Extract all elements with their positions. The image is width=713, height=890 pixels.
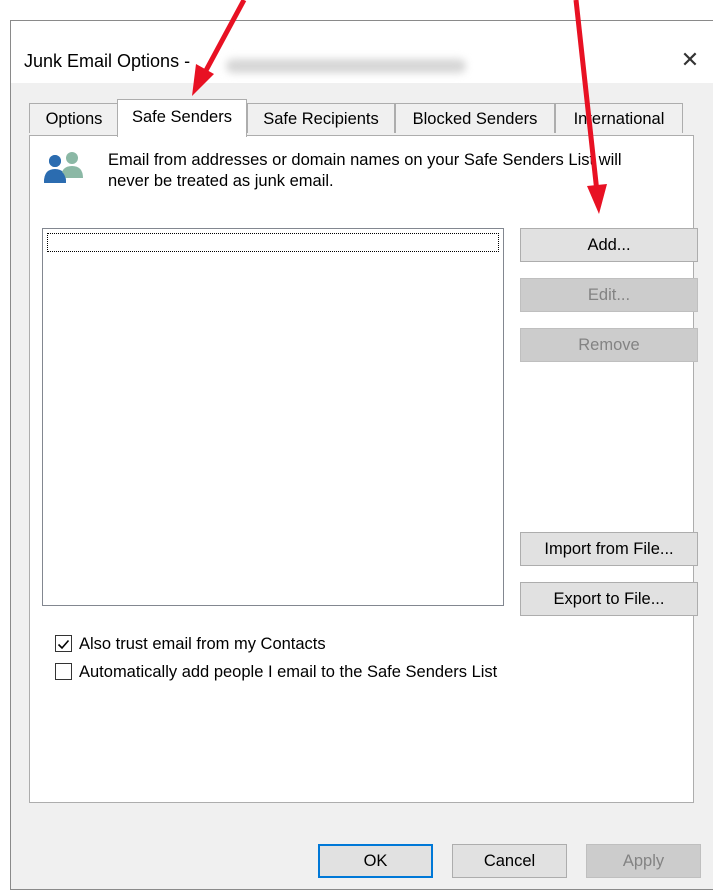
close-icon[interactable]: ✕ (675, 45, 705, 75)
auto-add-checkbox[interactable] (55, 663, 72, 680)
apply-button[interactable]: Apply (586, 844, 701, 878)
export-to-file-button[interactable]: Export to File... (520, 582, 698, 616)
checkmark-icon (57, 639, 70, 650)
info-text: Email from addresses or domain names on … (108, 150, 698, 192)
safe-senders-list[interactable] (42, 228, 504, 606)
cropped-top-area (0, 0, 713, 14)
tab-options[interactable]: Options (29, 103, 119, 133)
auto-add-label: Automatically add people I email to the … (79, 663, 498, 681)
tab-safe-senders[interactable]: Safe Senders (117, 99, 247, 137)
trust-contacts-checkbox[interactable] (55, 635, 72, 652)
trust-contacts-label: Also trust email from my Contacts (79, 635, 326, 653)
edit-button[interactable]: Edit... (520, 278, 698, 312)
title-bar: Junk Email Options - ✕ (11, 21, 713, 83)
import-from-file-button[interactable]: Import from File... (520, 532, 698, 566)
cancel-button[interactable]: Cancel (452, 844, 567, 878)
add-button[interactable]: Add... (520, 228, 698, 262)
info-line-1: Email from addresses or domain names on … (108, 151, 622, 169)
people-icon (44, 152, 83, 183)
junk-email-options-dialog: Junk Email Options - ✕ Options Safe Send… (10, 20, 713, 890)
ok-button[interactable]: OK (318, 844, 433, 878)
redacted-account-name (226, 59, 466, 73)
tab-blocked-senders[interactable]: Blocked Senders (395, 103, 555, 133)
window-title: Junk Email Options - (24, 51, 191, 71)
info-line-2: never be treated as junk email. (108, 172, 334, 190)
tab-international[interactable]: International (555, 103, 683, 133)
list-focus-rectangle (47, 233, 499, 252)
remove-button[interactable]: Remove (520, 328, 698, 362)
safe-senders-panel: Email from addresses or domain names on … (29, 135, 698, 803)
tab-safe-recipients[interactable]: Safe Recipients (247, 103, 395, 133)
